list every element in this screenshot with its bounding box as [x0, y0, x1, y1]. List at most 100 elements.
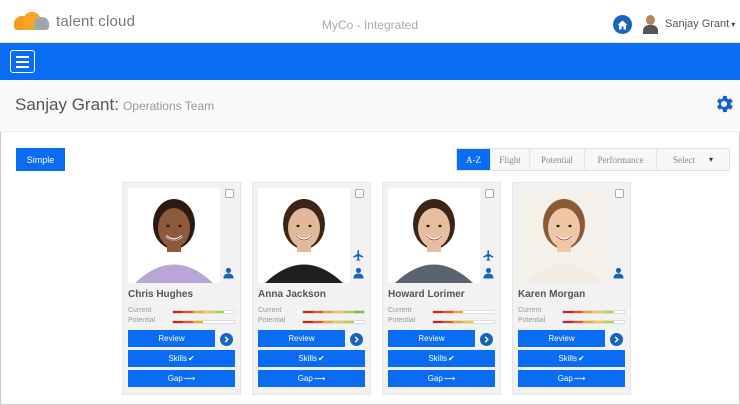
current-label: Current	[388, 307, 412, 314]
airplane-icon	[353, 250, 364, 261]
review-button[interactable]: Review	[518, 330, 605, 347]
rating-segment	[443, 321, 454, 323]
select-checkbox[interactable]	[355, 189, 364, 198]
skills-label: Skills	[558, 354, 577, 363]
cloud-logo-icon	[14, 12, 50, 30]
rating-segment	[343, 321, 354, 323]
rating-segment	[483, 311, 494, 313]
person-icon[interactable]	[353, 267, 364, 279]
rating-segment	[353, 311, 364, 313]
employee-portrait	[265, 199, 343, 283]
skills-button[interactable]: Skills ✔	[518, 350, 625, 367]
rating-segment	[303, 311, 314, 313]
rating-segment	[203, 311, 214, 313]
page-title-name: Sanjay Grant:	[15, 95, 119, 114]
sort-tab-a-z[interactable]: A-Z	[457, 149, 491, 170]
skills-button[interactable]: Skills ✔	[388, 350, 495, 367]
select-checkbox[interactable]	[615, 189, 624, 198]
checkmark-icon: ✔	[447, 354, 455, 363]
hamburger-menu-button[interactable]	[10, 50, 35, 73]
menu-line	[16, 55, 29, 58]
rating-segment	[343, 311, 354, 313]
skills-label: Skills	[298, 354, 317, 363]
sort-select-dropdown[interactable]: Select ▾	[657, 149, 729, 170]
rating-segment	[433, 321, 444, 323]
employee-portrait	[525, 199, 603, 283]
employee-photo	[388, 188, 480, 283]
skills-button[interactable]: Skills ✔	[258, 350, 365, 367]
employee-name: Howard Lorimer	[388, 289, 465, 300]
simple-view-button[interactable]: Simple	[16, 148, 65, 171]
employee-portrait	[395, 199, 473, 283]
rating-segment	[323, 311, 334, 313]
rating-segment	[333, 321, 344, 323]
chevron-right-icon	[224, 336, 229, 343]
rating-segment	[173, 311, 184, 313]
rating-segment	[443, 311, 454, 313]
employee-card: Chris Hughes Current Potential Review Sk…	[122, 182, 241, 395]
potential-rating-bar	[432, 320, 495, 324]
rating-segment	[593, 311, 604, 313]
person-icon[interactable]	[223, 267, 234, 279]
employee-photo	[128, 188, 220, 283]
chevron-right-icon	[484, 336, 489, 343]
rating-segment	[583, 311, 594, 313]
employee-photo	[258, 188, 350, 283]
employee-card: Karen Morgan Current Potential Review Sk…	[512, 182, 631, 395]
review-button[interactable]: Review	[388, 330, 475, 347]
employee-card: Anna Jackson Current Potential Review Sk…	[252, 182, 371, 395]
chevron-right-circle-icon[interactable]	[480, 333, 493, 346]
rating-segment	[303, 321, 314, 323]
chevron-right-circle-icon[interactable]	[610, 333, 623, 346]
rating-segment	[573, 311, 584, 313]
current-label: Current	[128, 307, 152, 314]
skills-label: Skills	[428, 354, 447, 363]
rating-segment	[483, 321, 494, 323]
rating-segment	[183, 321, 194, 323]
sort-tab-potential[interactable]: Potential	[530, 149, 585, 170]
checkmark-icon: ✔	[317, 354, 325, 363]
skills-button[interactable]: Skills ✔	[128, 350, 235, 367]
rating-segment	[463, 321, 474, 323]
select-checkbox[interactable]	[485, 189, 494, 198]
potential-rating-bar	[302, 320, 365, 324]
home-button[interactable]	[613, 15, 632, 34]
gap-button[interactable]: Gap ⟿	[388, 370, 495, 387]
gap-button[interactable]: Gap ⟿	[518, 370, 625, 387]
chevron-right-circle-icon[interactable]	[220, 333, 233, 346]
sort-tab-flight[interactable]: Flight	[491, 149, 530, 170]
employee-photo	[518, 188, 610, 283]
review-button[interactable]: Review	[258, 330, 345, 347]
person-icon[interactable]	[613, 267, 624, 279]
employee-portrait	[135, 199, 213, 283]
employee-name: Anna Jackson	[258, 289, 326, 300]
employee-name: Karen Morgan	[518, 289, 586, 300]
current-rating-bar	[172, 310, 235, 314]
select-checkbox[interactable]	[225, 189, 234, 198]
rating-segment	[563, 311, 574, 313]
potential-label: Potential	[518, 317, 546, 324]
rating-segment	[613, 321, 624, 323]
chevron-right-circle-icon[interactable]	[350, 333, 363, 346]
rating-segment	[583, 321, 594, 323]
gap-button[interactable]: Gap ⟿	[258, 370, 365, 387]
gap-button[interactable]: Gap ⟿	[128, 370, 235, 387]
rating-segment	[223, 311, 234, 313]
current-rating-bar	[302, 310, 365, 314]
user-menu[interactable]: Sanjay Grant ▾	[641, 13, 735, 35]
rating-segment	[473, 311, 484, 313]
person-icon[interactable]	[483, 267, 494, 279]
menu-line	[16, 65, 29, 68]
rating-segment	[603, 321, 614, 323]
gap-label: Gap	[167, 374, 183, 383]
review-button[interactable]: Review	[128, 330, 215, 347]
key-icon: ⟿	[443, 374, 456, 383]
sort-tab-performance[interactable]: Performance	[585, 149, 657, 170]
menu-line	[16, 60, 29, 63]
app-logo[interactable]: talent cloud	[14, 12, 135, 30]
potential-label: Potential	[258, 317, 286, 324]
rating-segment	[213, 321, 224, 323]
sort-select-label: Select	[672, 154, 695, 165]
gear-icon[interactable]	[713, 93, 735, 115]
rating-segment	[573, 321, 584, 323]
